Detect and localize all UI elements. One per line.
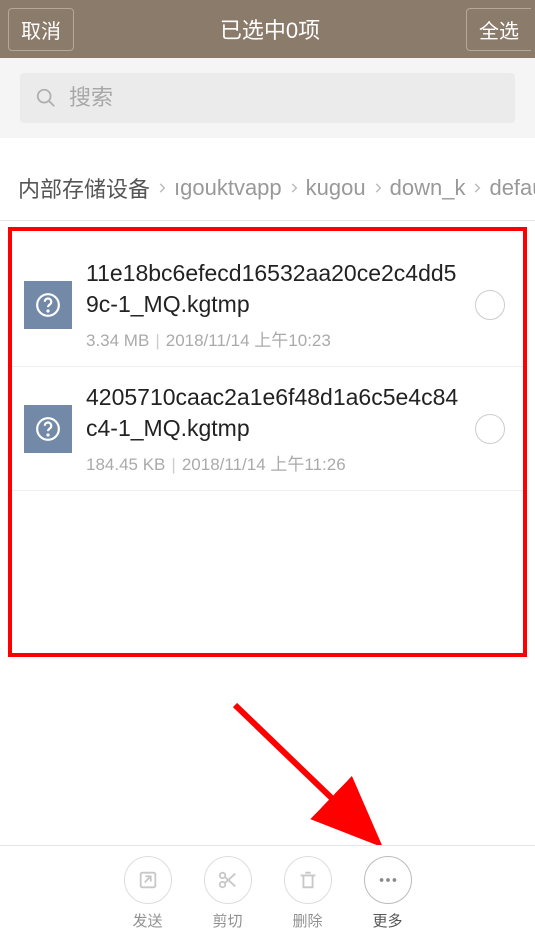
cancel-button[interactable]: 取消 — [8, 8, 74, 51]
delete-button[interactable]: 删除 — [284, 856, 332, 931]
chevron-right-icon — [371, 181, 385, 195]
search-container — [0, 58, 535, 138]
send-button[interactable]: 发送 — [124, 856, 172, 931]
question-icon — [35, 292, 61, 318]
file-checkbox[interactable] — [475, 414, 505, 444]
annotation-arrow — [225, 695, 405, 855]
breadcrumb-item[interactable]: down_k — [390, 175, 466, 201]
breadcrumb-item[interactable]: 内部存储设备 — [18, 172, 150, 204]
page-title: 已选中0项 — [220, 13, 320, 45]
tool-label: 剪切 — [212, 910, 242, 931]
more-button[interactable]: 更多 — [364, 856, 412, 931]
file-meta: 184.45 KB|2018/11/14 上午11:26 — [86, 450, 463, 475]
tool-label: 发送 — [132, 910, 162, 931]
file-type-icon — [24, 281, 72, 329]
file-item[interactable]: 11e18bc6efecd16532aa20ce2c4dd59c-1_MQ.kg… — [12, 243, 523, 367]
file-name: 4205710caac2a1e6f48d1a6c5e4c84c4-1_MQ.kg… — [86, 382, 463, 444]
annotation-highlight: 11e18bc6efecd16532aa20ce2c4dd59c-1_MQ.kg… — [8, 227, 527, 657]
search-box[interactable] — [20, 73, 515, 123]
file-name: 11e18bc6efecd16532aa20ce2c4dd59c-1_MQ.kg… — [86, 258, 463, 320]
more-icon — [377, 869, 399, 891]
top-bar: 取消 已选中0项 全选 — [0, 0, 535, 58]
chevron-right-icon — [155, 181, 169, 195]
file-meta: 3.34 MB|2018/11/14 上午10:23 — [86, 326, 463, 351]
question-icon — [35, 416, 61, 442]
breadcrumb[interactable]: 内部存储设备 ıgouktvapp kugou down_k defau — [0, 158, 535, 221]
scissors-icon — [217, 869, 239, 891]
cut-button[interactable]: 剪切 — [204, 856, 252, 931]
tool-label: 更多 — [372, 910, 402, 931]
breadcrumb-item[interactable]: defau — [489, 175, 535, 201]
chevron-right-icon — [287, 181, 301, 195]
tool-label: 删除 — [292, 910, 322, 931]
file-item[interactable]: 4205710caac2a1e6f48d1a6c5e4c84c4-1_MQ.kg… — [12, 367, 523, 491]
breadcrumb-item[interactable]: kugou — [306, 175, 366, 201]
file-checkbox[interactable] — [475, 290, 505, 320]
chevron-right-icon — [470, 181, 484, 195]
search-icon — [35, 87, 57, 109]
file-info: 4205710caac2a1e6f48d1a6c5e4c84c4-1_MQ.kg… — [86, 382, 463, 475]
trash-icon — [297, 869, 319, 891]
file-type-icon — [24, 405, 72, 453]
file-info: 11e18bc6efecd16532aa20ce2c4dd59c-1_MQ.kg… — [86, 258, 463, 351]
select-all-button[interactable]: 全选 — [466, 8, 531, 51]
search-input[interactable] — [69, 85, 500, 111]
share-icon — [137, 869, 159, 891]
breadcrumb-item[interactable]: ıgouktvapp — [174, 175, 282, 201]
bottom-toolbar: 发送 剪切 删除 更多 — [0, 845, 535, 941]
file-list: 11e18bc6efecd16532aa20ce2c4dd59c-1_MQ.kg… — [12, 231, 523, 491]
